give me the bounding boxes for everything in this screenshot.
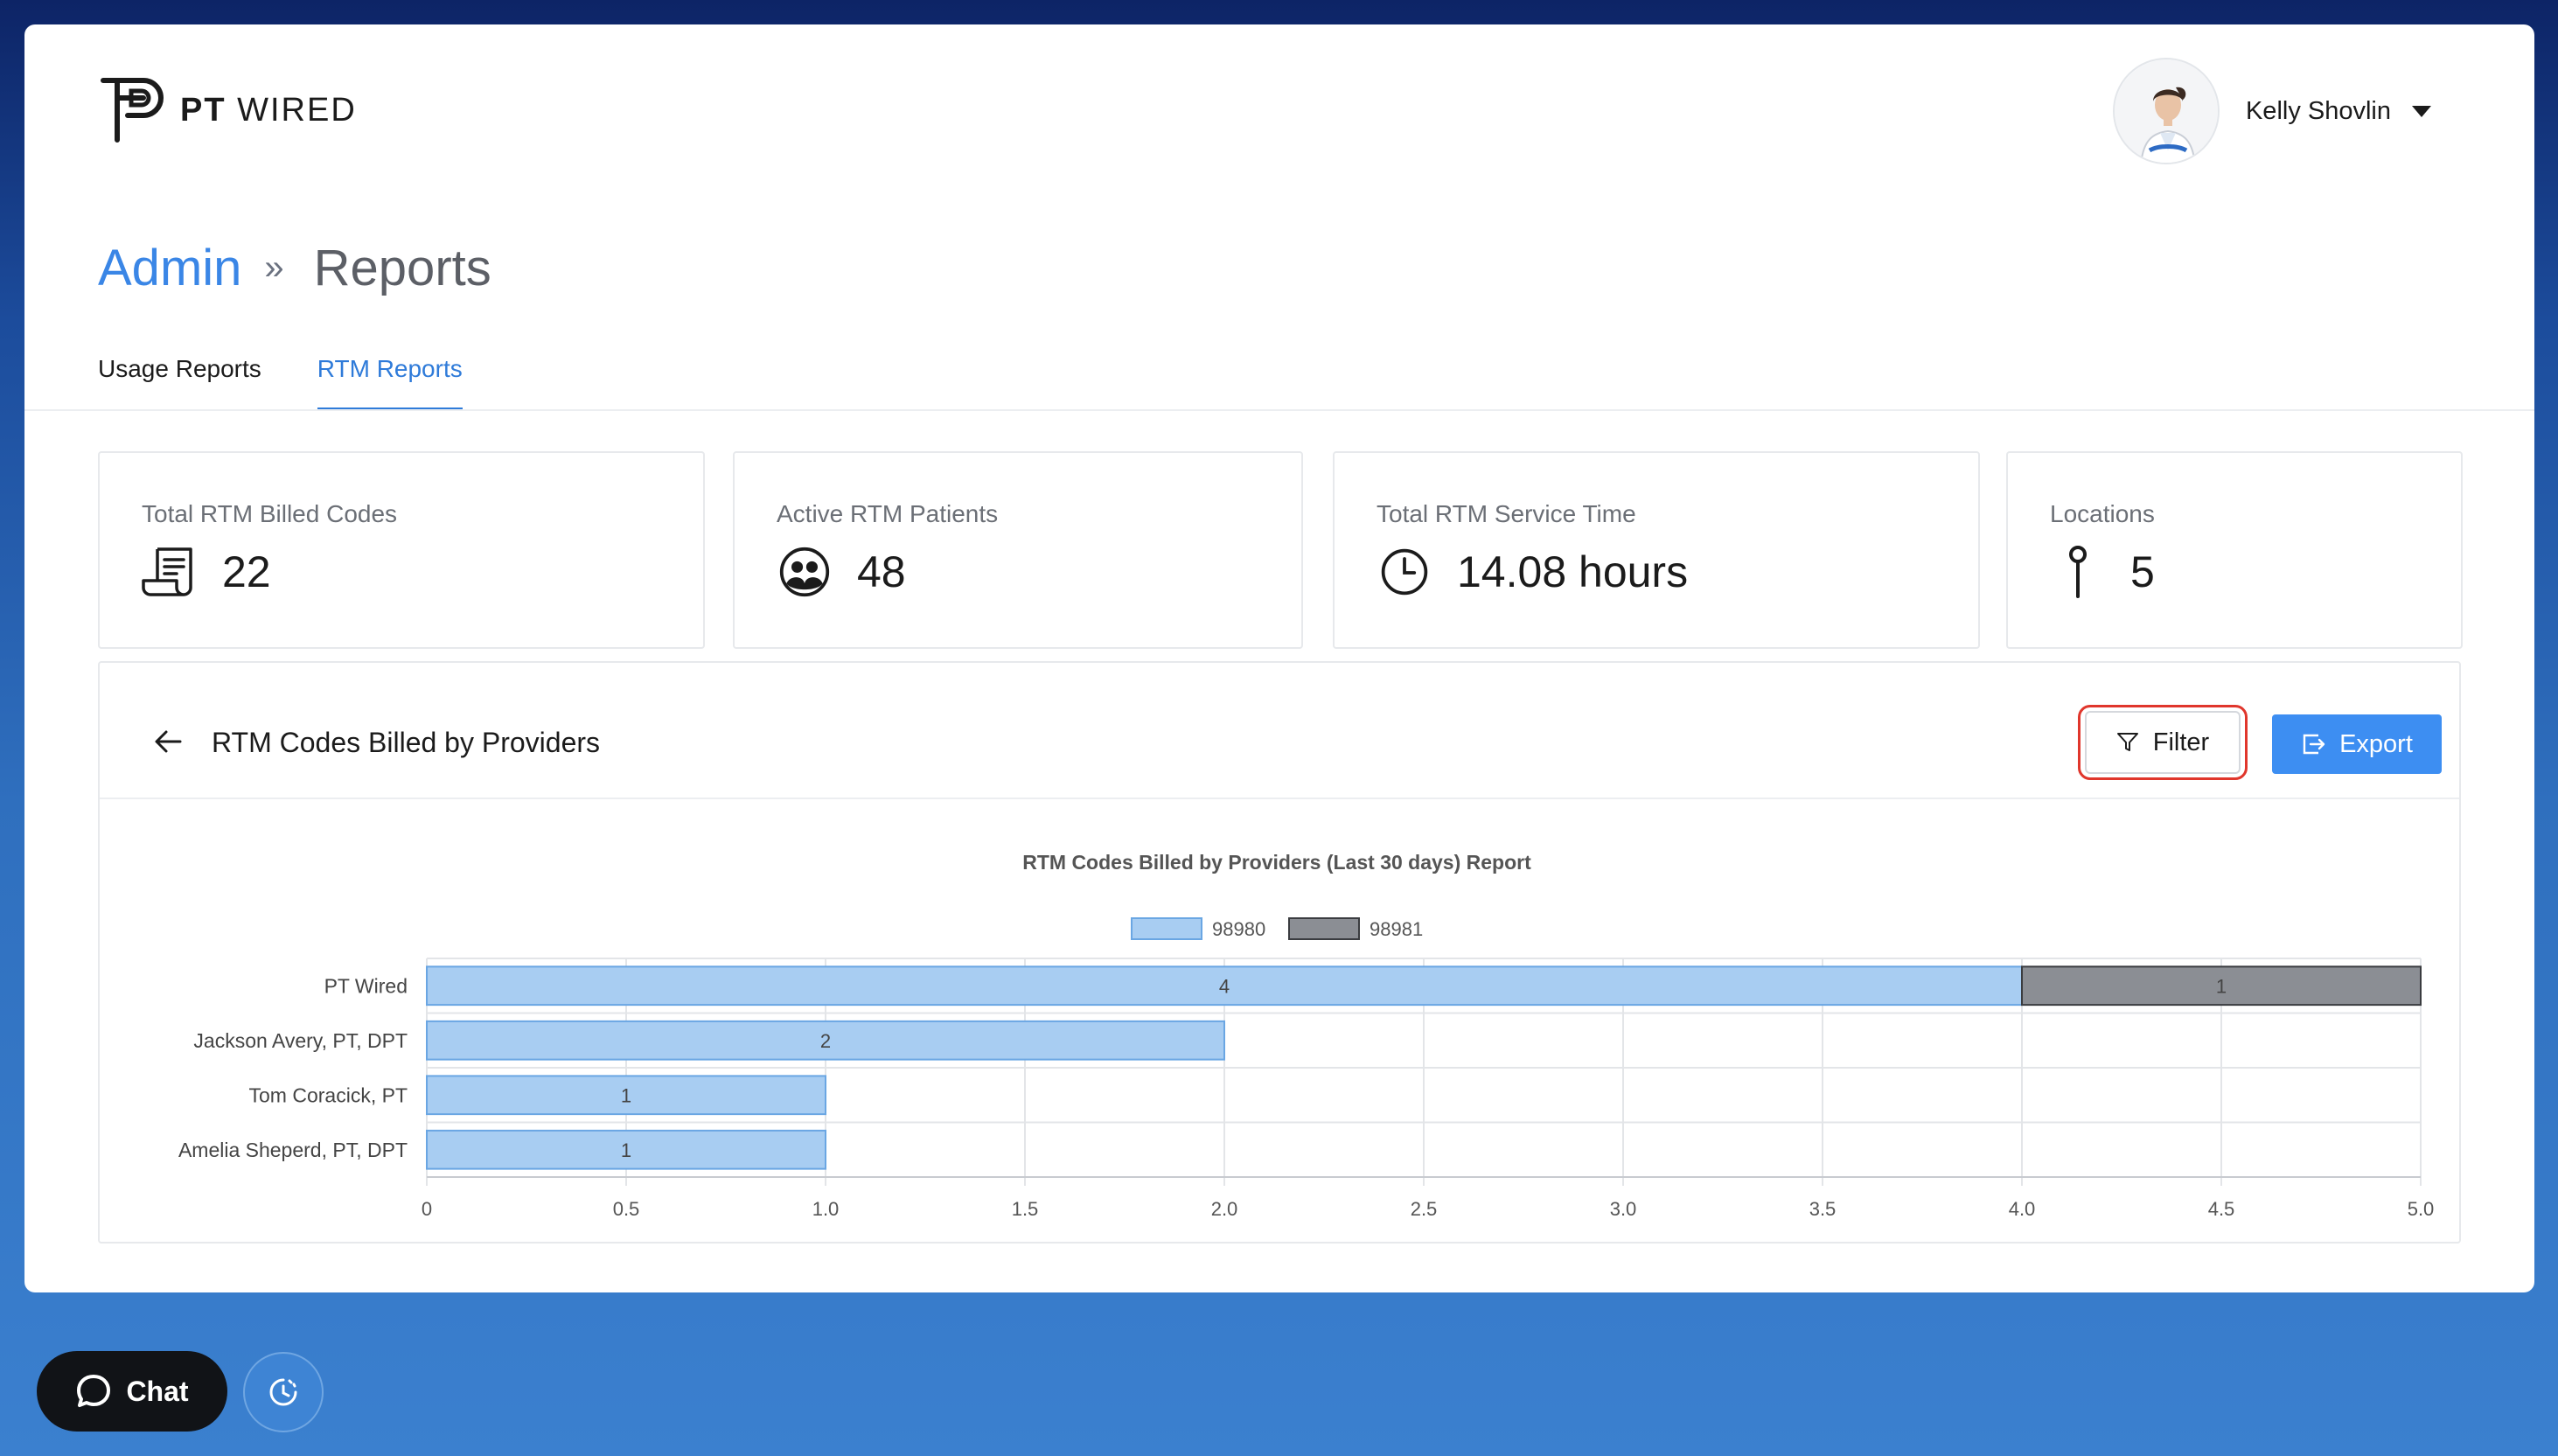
bar-value-label: 1 bbox=[2216, 975, 2227, 997]
chart-x-tick-labels: 0 0.5 1.0 1.5 2.0 2.5 3.0 3.5 4.0 4.5 5.0 bbox=[422, 1198, 2434, 1220]
tab-usage-reports[interactable]: Usage Reports bbox=[98, 355, 261, 411]
x-tick-label: 0.5 bbox=[613, 1198, 640, 1220]
logo-text-light: WIRED bbox=[237, 91, 357, 129]
logo-text: PT WIRED bbox=[180, 92, 357, 129]
stat-value: 14.08 hours bbox=[1457, 547, 1689, 596]
main-card: PT WIRED Kelly Shovlin Admin » Reports U… bbox=[24, 24, 2534, 1292]
x-tick-label: 4.0 bbox=[2009, 1198, 2036, 1220]
chart-legend: 98980 98981 bbox=[1131, 917, 1423, 940]
bar-value-label: 1 bbox=[621, 1084, 631, 1106]
x-tick-label: 2.0 bbox=[1211, 1198, 1238, 1220]
avatar-image bbox=[2114, 59, 2218, 163]
stat-card-service-time: Total RTM Service Time 14.08 hours bbox=[1333, 451, 1980, 649]
stat-label: Locations bbox=[2050, 500, 2155, 527]
x-tick-label: 1.0 bbox=[812, 1198, 840, 1220]
breadcrumb: Admin » Reports bbox=[98, 239, 491, 297]
history-icon bbox=[269, 1378, 297, 1406]
category-label: Tom Coracick, PT bbox=[249, 1083, 408, 1106]
stat-card-active-patients: Active RTM Patients 48 bbox=[733, 451, 1303, 649]
stat-card-locations: Locations 5 bbox=[2006, 451, 2463, 649]
legend-swatch-98980 bbox=[1131, 917, 1202, 940]
avatar[interactable] bbox=[2112, 58, 2220, 164]
pin-icon bbox=[2050, 544, 2106, 600]
legend-label-98981: 98981 bbox=[1370, 918, 1423, 940]
user-menu[interactable]: Kelly Shovlin bbox=[2112, 58, 2431, 164]
app-logo[interactable]: PT WIRED bbox=[98, 75, 357, 145]
bar-value-label: 1 bbox=[621, 1139, 631, 1161]
legend-swatch-98981 bbox=[1288, 917, 1360, 940]
category-label: Jackson Avery, PT, DPT bbox=[193, 1029, 408, 1052]
logo-icon bbox=[101, 78, 164, 143]
x-tick-label: 3.0 bbox=[1610, 1198, 1637, 1220]
history-button[interactable] bbox=[243, 1352, 324, 1432]
stat-label: Total RTM Service Time bbox=[1377, 500, 1636, 527]
logo-text-bold: PT bbox=[180, 91, 227, 129]
tab-rtm-reports[interactable]: RTM Reports bbox=[317, 355, 463, 411]
patients-icon bbox=[777, 544, 833, 600]
x-tick-label: 1.5 bbox=[1012, 1198, 1039, 1220]
chart-title: RTM Codes Billed by Providers (Last 30 d… bbox=[1022, 851, 1531, 874]
receipt-icon bbox=[142, 544, 198, 600]
chart-category-labels: PT Wired Jackson Avery, PT, DPT Tom Coraci… bbox=[178, 974, 408, 1161]
stat-card-billed-codes: Total RTM Billed Codes 22 bbox=[98, 451, 705, 649]
chat-bubble-icon bbox=[77, 1375, 111, 1407]
bar-value-label: 4 bbox=[1219, 975, 1230, 997]
x-tick-label: 0 bbox=[422, 1198, 432, 1220]
stat-value: 22 bbox=[222, 547, 271, 596]
chat-button[interactable]: Chat bbox=[37, 1351, 227, 1432]
clock-icon bbox=[1377, 544, 1432, 600]
x-tick-label: 5.0 bbox=[2408, 1198, 2435, 1220]
x-tick-label: 2.5 bbox=[1411, 1198, 1438, 1220]
stat-label: Total RTM Billed Codes bbox=[142, 500, 398, 527]
breadcrumb-admin-link[interactable]: Admin bbox=[98, 239, 241, 297]
stat-value: 48 bbox=[857, 547, 906, 596]
category-label: Amelia Sheperd, PT, DPT bbox=[178, 1139, 408, 1161]
breadcrumb-separator: » bbox=[264, 248, 284, 287]
user-name: Kelly Shovlin bbox=[2245, 96, 2391, 125]
stat-label: Active RTM Patients bbox=[777, 500, 999, 527]
chart-panel: RTM Codes Billed by Providers Filter Exp… bbox=[98, 661, 2461, 1244]
stat-value: 5 bbox=[2130, 547, 2155, 596]
chat-label: Chat bbox=[126, 1375, 189, 1407]
legend-label-98980: 98980 bbox=[1212, 918, 1265, 940]
bar-value-label: 2 bbox=[820, 1030, 831, 1052]
page-title: Reports bbox=[313, 240, 491, 296]
x-tick-label: 3.5 bbox=[1809, 1198, 1837, 1220]
report-tabs: Usage Reports RTM Reports bbox=[98, 355, 519, 411]
tabs-divider bbox=[24, 409, 2534, 411]
x-tick-label: 4.5 bbox=[2208, 1198, 2235, 1220]
bar-chart: RTM Codes Billed by Providers (Last 30 d… bbox=[178, 851, 2434, 1220]
chevron-down-icon[interactable] bbox=[2412, 105, 2431, 117]
category-label: PT Wired bbox=[324, 974, 408, 997]
